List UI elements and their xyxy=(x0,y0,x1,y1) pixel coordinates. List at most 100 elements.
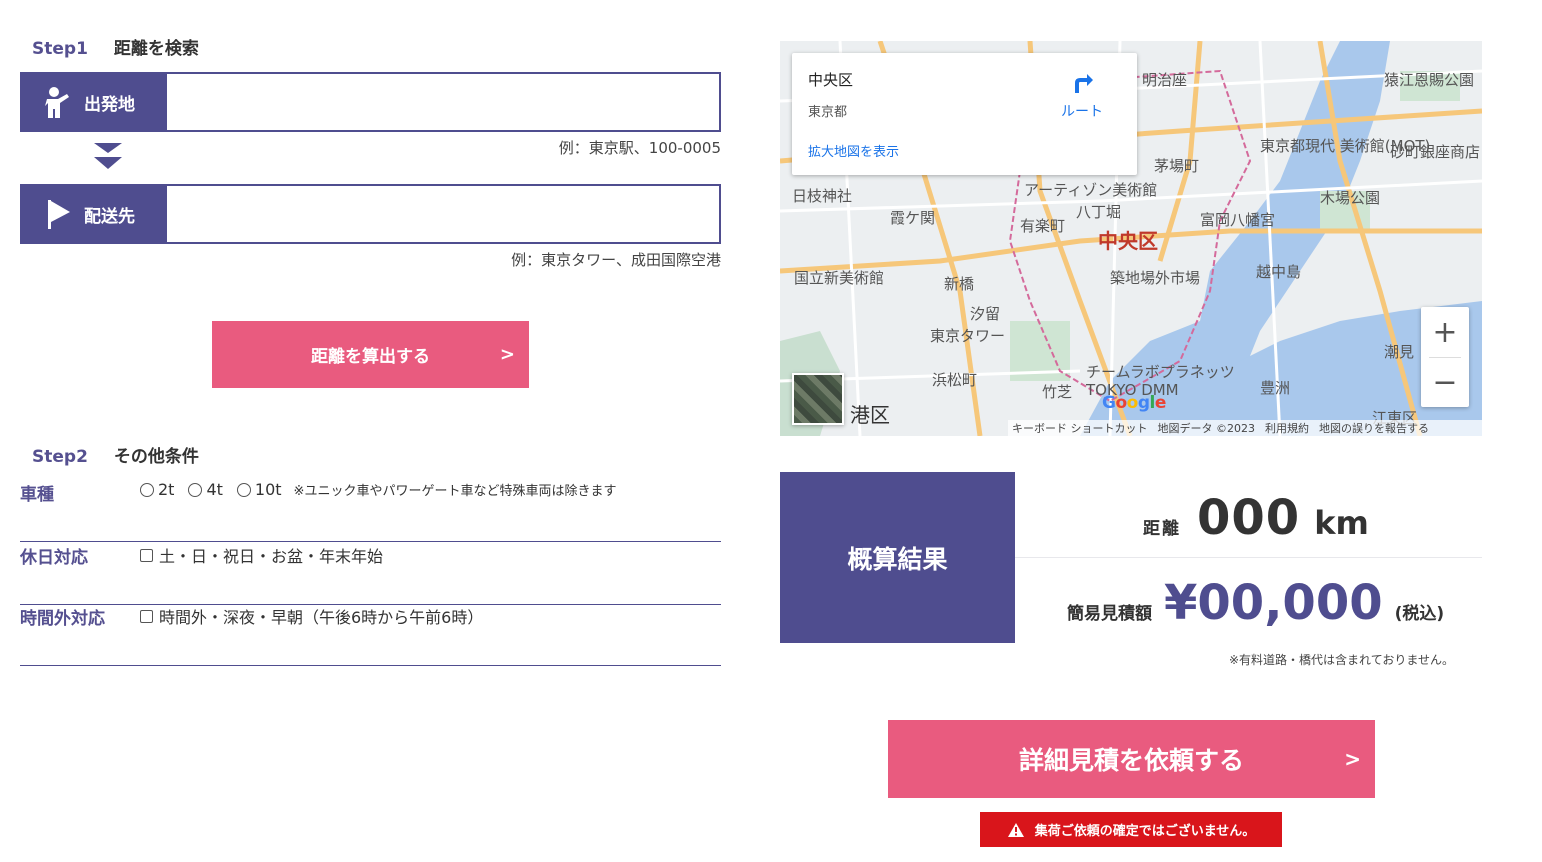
report-error-link[interactable]: 地図の誤りを報告する xyxy=(1319,420,1429,436)
map-label-minato: 港区 xyxy=(850,403,890,427)
place-card: 中央区 東京都 拡大地図を表示 ルート xyxy=(792,53,1137,175)
map-label-hamamatsucho: 浜松町 xyxy=(932,371,978,389)
destination-example: 例：東京タワー、成田国際空港 xyxy=(511,251,721,269)
checkbox-icon[interactable] xyxy=(140,609,153,623)
warning-text: 集荷ご依頼の確定ではございません。 xyxy=(1034,824,1256,839)
destination-row: 配送先 xyxy=(20,184,721,244)
warning-banner: 集荷ご依頼の確定ではございません。 xyxy=(980,812,1282,847)
holiday-option-label: 土・日・祝日・お盆・年末年始 xyxy=(159,547,384,566)
distance-row: 距離 000 km xyxy=(1143,490,1369,546)
map-label-kiba-park: 木場公園 xyxy=(1320,189,1381,207)
map-label-yurakucho: 有楽町 xyxy=(1020,217,1066,235)
vehicle-option-4t[interactable]: 4t xyxy=(188,480,223,499)
map-label-kayabacho: 茅場町 xyxy=(1154,157,1200,175)
price-value: ¥00,000 xyxy=(1164,575,1383,631)
enlarge-map-link[interactable]: 拡大地図を表示 xyxy=(808,141,899,160)
google-letter: e xyxy=(1154,393,1167,413)
radio-icon[interactable] xyxy=(236,482,251,497)
step1-heading: Step1 距離を検索 xyxy=(32,34,199,59)
vehicle-option-label: 10t xyxy=(254,480,282,499)
place-name: 中央区 xyxy=(808,71,854,89)
map-label-shiomi: 潮見 xyxy=(1384,343,1415,361)
vehicle-row: 車種 2t 4t 10t ※ユニック車やパワーゲート車など特殊車両は除きます xyxy=(20,480,721,542)
map-label-shimbashi: 新橋 xyxy=(944,275,975,293)
overtime-option-label: 時間外・深夜・早朝（午後6時から午前6時） xyxy=(159,608,484,627)
radio-icon[interactable] xyxy=(140,482,154,497)
zoom-out-button[interactable]: − xyxy=(1421,357,1469,407)
origin-example: 例：東京駅、100-0005 xyxy=(558,139,721,157)
zoom-in-button[interactable]: + xyxy=(1421,307,1469,357)
checkbox-icon[interactable] xyxy=(140,548,153,562)
map-label-tomioka: 富岡八幡宮 xyxy=(1200,211,1276,229)
calculate-distance-button[interactable]: 距離を算出する > xyxy=(212,321,529,388)
destination-input[interactable] xyxy=(167,184,721,244)
request-detailed-quote-button[interactable]: 詳細見積を依頼する > xyxy=(888,720,1375,798)
result-label-box: 概算結果 xyxy=(780,472,1015,643)
step1-title: 距離を検索 xyxy=(113,39,199,59)
keyboard-shortcuts-link[interactable]: キーボード ショートカット xyxy=(1012,420,1148,436)
flag-icon xyxy=(48,200,70,229)
chevron-right-icon: > xyxy=(1344,747,1361,771)
map-label-hatchobori: 八丁堀 xyxy=(1076,203,1122,221)
vehicle-option-2t[interactable]: 2t xyxy=(140,480,174,499)
map-label-sarue: 猿江恩賜公園 xyxy=(1384,71,1475,89)
price-row: 簡易見積額 ¥00,000 (税込) xyxy=(1067,575,1444,631)
terms-link[interactable]: 利用規約 xyxy=(1265,420,1309,436)
map-label-hibiya: 日枝神社 xyxy=(792,187,853,205)
vehicle-note: ※ユニック車やパワーゲート車など特殊車両は除きます xyxy=(293,484,617,499)
destination-label: 配送先 xyxy=(20,184,167,244)
overtime-label: 時間外対応 xyxy=(20,609,105,629)
map-label-shinbijutsukan: 国立新美術館 xyxy=(794,269,885,287)
satellite-toggle[interactable] xyxy=(792,373,844,425)
overtime-row: 時間外対応 時間外・深夜・早朝（午後6時から午前6時） xyxy=(20,604,721,666)
origin-label: 出発地 xyxy=(20,72,167,132)
google-letter: o xyxy=(1126,393,1139,413)
map-label-toyosu: 豊洲 xyxy=(1260,379,1291,397)
calculate-distance-label: 距離を算出する xyxy=(311,347,430,367)
zoom-controls: + − xyxy=(1421,307,1469,407)
google-letter: o xyxy=(1115,393,1127,413)
overtime-checkbox[interactable]: 時間外・深夜・早朝（午後6時から午前6時） xyxy=(140,604,483,628)
overtime-options: 時間外・深夜・早朝（午後6時から午前6時） xyxy=(140,604,497,628)
google-letter: g xyxy=(1137,393,1150,413)
result-divider xyxy=(1015,557,1482,558)
request-detailed-quote-label: 詳細見積を依頼する xyxy=(1018,746,1244,775)
distance-value: 000 xyxy=(1197,490,1301,546)
warning-icon xyxy=(1007,822,1024,837)
holiday-checkbox[interactable]: 土・日・祝日・お盆・年末年始 xyxy=(140,543,383,567)
map-label-kasumigaseki: 霞ケ関 xyxy=(890,209,936,227)
google-letter: G xyxy=(1102,393,1116,413)
map-view[interactable]: 明治座 猿江恩賜公園 東京都現代 美術館(MOT) 砂町銀座商店 茅場町 日枝神… xyxy=(780,41,1482,436)
map-label-shiodome: 汐留 xyxy=(970,305,1001,323)
origin-label-text: 出発地 xyxy=(84,94,135,115)
origin-input[interactable] xyxy=(167,72,721,132)
origin-row: 出発地 xyxy=(20,72,721,132)
holiday-row: 休日対応 土・日・祝日・お盆・年末年始 xyxy=(20,543,721,605)
vehicle-option-label: 4t xyxy=(206,480,223,499)
map-label-tsukiji: 築地場外市場 xyxy=(1110,269,1201,287)
map-data-credit: 地図データ ©2023 xyxy=(1157,422,1256,435)
chevron-right-icon: > xyxy=(499,344,515,365)
route-button[interactable]: ルート xyxy=(1047,69,1117,121)
price-label: 簡易見積額 xyxy=(1067,604,1152,624)
destination-label-text: 配送先 xyxy=(84,206,135,227)
step1-number: Step1 xyxy=(32,39,88,59)
vehicle-options: 2t 4t 10t ※ユニック車やパワーゲート車など特殊車両は除きます xyxy=(140,480,616,499)
double-chevron-down-icon xyxy=(94,143,122,169)
vehicle-option-10t[interactable]: 10t xyxy=(236,480,282,499)
place-subtitle: 東京都 xyxy=(808,105,848,120)
price-note: ※有料道路・橋代は含まれておりません。 xyxy=(1229,653,1454,667)
directions-icon xyxy=(1075,74,1093,93)
map-label-sunamachi: 砂町銀座商店 xyxy=(1390,143,1481,161)
step2-heading: Step2 その他条件 xyxy=(32,442,199,467)
distance-unit: km xyxy=(1314,504,1369,542)
price-tax: (税込) xyxy=(1394,604,1445,624)
map-label-takeshiba: 竹芝 xyxy=(1042,383,1073,401)
zoom-divider xyxy=(1429,357,1461,358)
radio-icon[interactable] xyxy=(188,482,203,497)
map-label-chuo: 中央区 xyxy=(1098,229,1158,253)
map-label-etchujima: 越中島 xyxy=(1256,263,1302,281)
google-logo: Google xyxy=(1102,393,1166,413)
map-label-tokyo-tower: 東京タワー xyxy=(930,327,1006,345)
vehicle-label: 車種 xyxy=(20,485,54,505)
